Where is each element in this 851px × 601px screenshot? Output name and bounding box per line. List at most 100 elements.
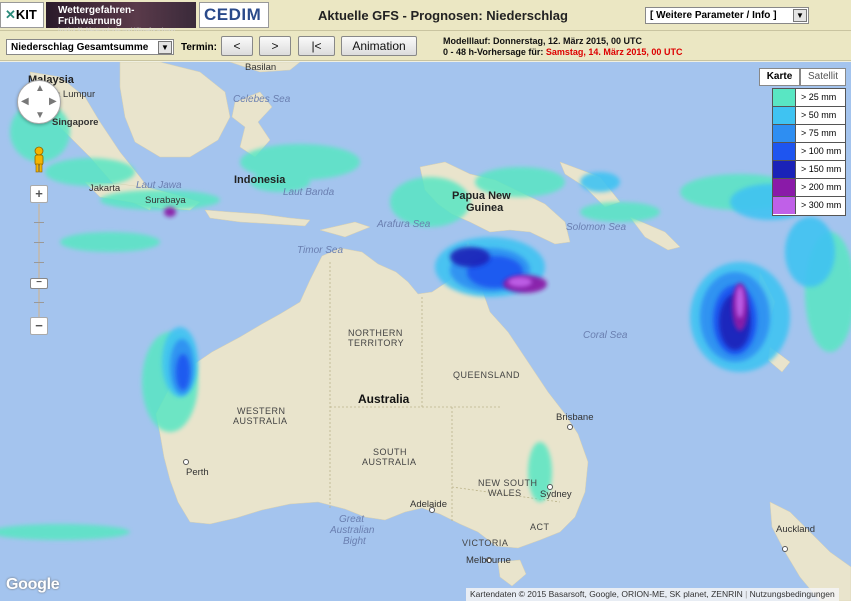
label-australia: Australia	[358, 392, 410, 406]
next-step-button[interactable]: >	[259, 36, 291, 56]
label-singapore: Singapore	[52, 117, 99, 128]
label-adelaide: Adelaide	[410, 499, 447, 510]
zoom-in-button[interactable]: +	[30, 185, 48, 203]
legend-row: > 25 mm	[773, 89, 845, 107]
zoom-tick	[34, 302, 44, 303]
label-auckland: Auckland	[776, 524, 816, 535]
label-victoria: VICTORIA	[462, 538, 509, 548]
label-perth: Perth	[186, 467, 209, 478]
label-act: ACT	[530, 522, 550, 532]
termin-label: Termin:	[181, 42, 217, 53]
label-indonesia: Indonesia	[234, 174, 286, 186]
chevron-down-icon[interactable]: ▼	[158, 41, 172, 54]
legend-label: > 200 mm	[801, 182, 842, 192]
cedim-logo[interactable]: CEDIM	[199, 2, 269, 28]
label-melbourne: Melbourne	[466, 555, 511, 566]
pan-control[interactable]: ▲ ▼ ◀ ▶	[17, 80, 61, 124]
map-canvas[interactable]: Malaysia Kuala Lumpur Basilan Celebes Se…	[0, 62, 851, 601]
zoom-tick	[34, 222, 44, 223]
label-new-south-wales-1: NEW SOUTH	[478, 478, 538, 488]
legend-swatch	[773, 179, 796, 196]
legend-row: > 300 mm	[773, 197, 845, 215]
forecast-date: Samstag, 14. März 2015, 00 UTC	[545, 47, 683, 57]
label-western-australia-2: AUSTRALIA	[233, 416, 288, 426]
label-basilan: Basilan	[245, 62, 277, 73]
wettergefahren-logo[interactable]: Wettergefahren-Frühwarnung Institut für …	[46, 2, 196, 34]
map-type-karte-button[interactable]: Karte	[759, 68, 800, 86]
pan-left-icon[interactable]: ◀	[21, 97, 29, 107]
label-jakarta: Jakarta	[89, 183, 121, 194]
map-base-layer	[0, 62, 851, 601]
zoom-tick	[34, 262, 44, 263]
label-laut-jawa: Laut Jawa	[136, 180, 182, 191]
label-sydney: Sydney	[540, 489, 572, 500]
legend-label: > 100 mm	[801, 146, 842, 156]
label-coral-sea: Coral Sea	[583, 330, 628, 341]
wettergefahren-logo-text: Wettergefahren-Frühwarnung	[58, 5, 135, 27]
label-new-south-wales-2: WALES	[488, 488, 522, 498]
legend-row: > 100 mm	[773, 143, 845, 161]
label-laut-banda: Laut Banda	[283, 187, 335, 198]
legend-row: > 50 mm	[773, 107, 845, 125]
legend-label: > 150 mm	[801, 164, 842, 174]
terms-link[interactable]: Nutzungsbedingungen	[750, 589, 835, 599]
legend-swatch	[773, 89, 796, 106]
legend-row: > 75 mm	[773, 125, 845, 143]
zoom-slider-handle[interactable]: −	[30, 278, 48, 289]
legend-swatch	[773, 143, 796, 160]
label-south-australia-2: AUSTRALIA	[362, 457, 417, 467]
label-brisbane: Brisbane	[556, 412, 594, 423]
legend-swatch	[773, 107, 796, 124]
pan-down-icon[interactable]: ▼	[35, 111, 45, 121]
toolbar: Niederschlag Gesamtsumme ▼ Termin: < > |…	[0, 31, 851, 61]
kit-logo-text: KIT	[15, 7, 37, 22]
logo-bar: ✕KIT Wettergefahren-Frühwarnung Institut…	[0, 0, 270, 34]
first-step-button[interactable]: |<	[298, 36, 335, 56]
legend-row: > 150 mm	[773, 161, 845, 179]
map-type-satellit-button[interactable]: Satellit	[800, 68, 846, 86]
previous-step-button[interactable]: <	[221, 36, 253, 56]
forecast-info: 0 - 48 h-Vorhersage für: Samstag, 14. Mä…	[443, 47, 682, 57]
label-surabaya: Surabaya	[145, 195, 186, 206]
label-western-australia-1: WESTERN	[237, 406, 286, 416]
parameter-select[interactable]: [ Weitere Parameter / Info ] ▼	[645, 7, 809, 24]
animation-button[interactable]: Animation	[341, 36, 417, 56]
layer-select-value: Niederschlag Gesamtsumme	[11, 42, 149, 53]
legend-label: > 50 mm	[801, 110, 837, 120]
label-papua-new-guinea-1: Papua New	[452, 190, 511, 202]
label-south-australia-1: SOUTH	[373, 447, 407, 457]
chevron-down-icon[interactable]: ▼	[793, 9, 807, 22]
page-title: Aktuelle GFS - Prognosen: Niederschlag	[318, 8, 568, 23]
label-arafura-sea: Arafura Sea	[377, 219, 431, 230]
precipitation-layer-select[interactable]: Niederschlag Gesamtsumme ▼	[6, 39, 174, 55]
label-timor-sea: Timor Sea	[297, 245, 344, 256]
legend-label: > 75 mm	[801, 128, 837, 138]
attribution-text: Kartendaten © 2015 Basarsoft, Google, OR…	[470, 589, 743, 599]
pan-up-icon[interactable]: ▲	[35, 84, 45, 94]
forecast-prefix: 0 - 48 h-Vorhersage für:	[443, 47, 544, 57]
precipitation-legend: > 25 mm > 50 mm > 75 mm > 100 mm > 150 mm > 2…	[772, 88, 846, 216]
legend-label: > 300 mm	[801, 200, 842, 210]
map-type-control: Karte Satellit	[759, 68, 846, 86]
legend-swatch	[773, 125, 796, 142]
label-solomon-sea: Solomon Sea	[566, 222, 627, 233]
street-view-pegman-icon[interactable]	[31, 146, 47, 174]
kit-logo[interactable]: ✕KIT	[0, 2, 44, 28]
model-run-info: Modelllauf: Donnerstag, 12. März 2015, 0…	[443, 36, 643, 46]
legend-label: > 25 mm	[801, 92, 837, 102]
google-logo[interactable]: Google	[6, 576, 60, 594]
label-queensland: QUEENSLAND	[453, 370, 521, 380]
label-celebes-sea: Celebes Sea	[233, 94, 291, 105]
label-great-australian-bight-1: Great	[339, 514, 365, 525]
legend-row: > 200 mm	[773, 179, 845, 197]
parameter-select-value: [ Weitere Parameter / Info ]	[650, 10, 777, 21]
legend-swatch	[773, 161, 796, 178]
zoom-tick	[34, 242, 44, 243]
label-great-australian-bight-3: Bight	[343, 536, 366, 547]
label-great-australian-bight-2: Australian	[330, 525, 375, 536]
pan-right-icon[interactable]: ▶	[49, 97, 57, 107]
legend-swatch	[773, 197, 796, 214]
zoom-out-button[interactable]: −	[30, 317, 48, 335]
map-attribution: Kartendaten © 2015 Basarsoft, Google, OR…	[466, 588, 839, 601]
label-northern-territory-2: TERRITORY	[348, 338, 405, 348]
